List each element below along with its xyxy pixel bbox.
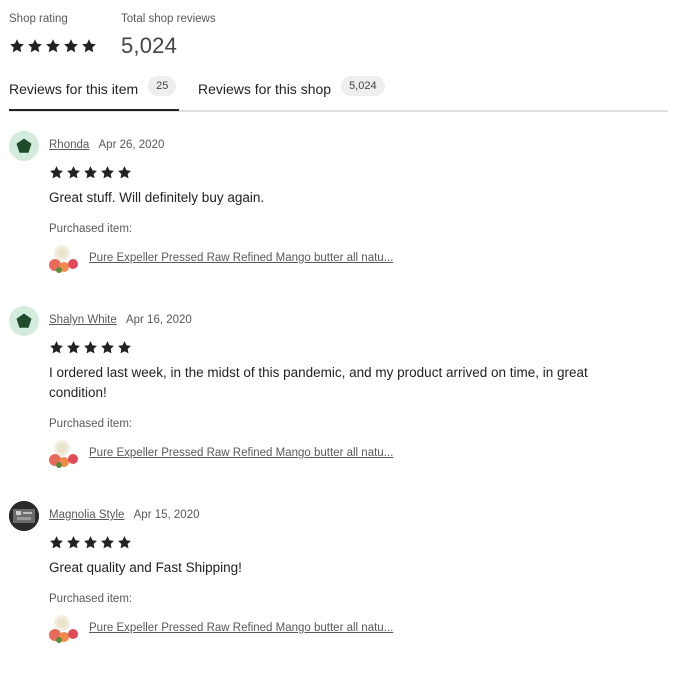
- star-icon: [100, 165, 115, 180]
- review-meta: Shalyn White Apr 16, 2020: [49, 314, 192, 326]
- user-photo-avatar-icon: [9, 501, 39, 531]
- review-meta: Rhonda Apr 26, 2020: [49, 139, 164, 151]
- pentagon-avatar-icon: [15, 137, 33, 155]
- review-card: Shalyn White Apr 16, 2020 I ordered last…: [9, 306, 659, 476]
- reviewer-name-link[interactable]: Magnolia Style: [49, 509, 124, 521]
- count-badge: 25: [148, 76, 177, 96]
- review-date: Apr 26, 2020: [98, 139, 165, 151]
- star-icon: [9, 38, 25, 54]
- star-icon: [100, 340, 115, 355]
- tab-label: Reviews for this item: [9, 81, 139, 97]
- purchased-item-title[interactable]: Pure Expeller Pressed Raw Refined Mango …: [89, 622, 393, 634]
- count-badge: 5,024: [341, 76, 385, 96]
- avatar[interactable]: [9, 306, 39, 336]
- avatar[interactable]: [9, 501, 39, 531]
- purchased-item-title[interactable]: Pure Expeller Pressed Raw Refined Mango …: [89, 447, 393, 459]
- star-icon: [66, 340, 81, 355]
- avatar[interactable]: [9, 131, 39, 161]
- review-text: Great stuff. Will definitely buy again.: [49, 190, 265, 205]
- review-stars: [49, 535, 132, 550]
- shop-rating-stars: [9, 38, 97, 54]
- star-icon: [66, 165, 81, 180]
- star-icon: [27, 38, 43, 54]
- shop-rating: Shop rating: [9, 13, 119, 25]
- total-reviews-value: 5,024: [121, 33, 178, 58]
- shop-rating-label: Shop rating: [9, 13, 68, 25]
- review-card: Magnolia Style Apr 15, 2020 Great qualit…: [9, 501, 659, 651]
- star-icon: [49, 165, 64, 180]
- star-icon: [83, 340, 98, 355]
- review-tabs: Reviews for this item 25 Reviews for thi…: [9, 76, 668, 112]
- pentagon-avatar-icon: [15, 312, 33, 330]
- purchased-item-label: Purchased item:: [49, 418, 133, 430]
- purchased-item-title[interactable]: Pure Expeller Pressed Raw Refined Mango …: [89, 252, 393, 264]
- review-text: Great quality and Fast Shipping!: [49, 560, 242, 575]
- star-icon: [63, 38, 79, 54]
- reviewer-name-link[interactable]: Shalyn White: [49, 314, 117, 326]
- product-thumbnail: [49, 615, 78, 643]
- review-meta: Magnolia Style Apr 15, 2020: [49, 509, 200, 521]
- product-thumbnail: [49, 245, 78, 273]
- purchased-item-label: Purchased item:: [49, 223, 133, 235]
- star-icon: [117, 535, 132, 550]
- star-icon: [83, 165, 98, 180]
- total-reviews-label: Total shop reviews: [121, 13, 216, 25]
- review-date: Apr 16, 2020: [125, 314, 192, 326]
- review-stars: [49, 340, 132, 355]
- star-icon: [83, 535, 98, 550]
- tab-label: Reviews for this shop: [198, 81, 332, 97]
- star-icon: [45, 38, 61, 54]
- review-card: Rhonda Apr 26, 2020 Great stuff. Will de…: [9, 131, 659, 281]
- star-icon: [49, 340, 64, 355]
- star-icon: [81, 38, 97, 54]
- product-thumbnail: [49, 440, 78, 468]
- review-date: Apr 15, 2020: [133, 509, 200, 521]
- purchased-item-link[interactable]: Pure Expeller Pressed Raw Refined Mango …: [49, 613, 393, 643]
- total-shop-reviews: Total shop reviews 5,024: [121, 13, 261, 58]
- star-icon: [49, 535, 64, 550]
- purchased-item-link[interactable]: Pure Expeller Pressed Raw Refined Mango …: [49, 243, 393, 273]
- purchased-item-link[interactable]: Pure Expeller Pressed Raw Refined Mango …: [49, 438, 393, 468]
- tab-reviews-for-shop[interactable]: Reviews for this shop 5,024: [198, 76, 385, 110]
- tab-reviews-for-item[interactable]: Reviews for this item 25: [9, 76, 179, 111]
- star-icon: [100, 535, 115, 550]
- star-icon: [117, 340, 132, 355]
- purchased-item-label: Purchased item:: [49, 593, 133, 605]
- review-stars: [49, 165, 132, 180]
- star-icon: [66, 535, 81, 550]
- reviewer-name-link[interactable]: Rhonda: [49, 139, 89, 151]
- star-icon: [117, 165, 132, 180]
- review-text: I ordered last week, in the midst of thi…: [49, 365, 588, 400]
